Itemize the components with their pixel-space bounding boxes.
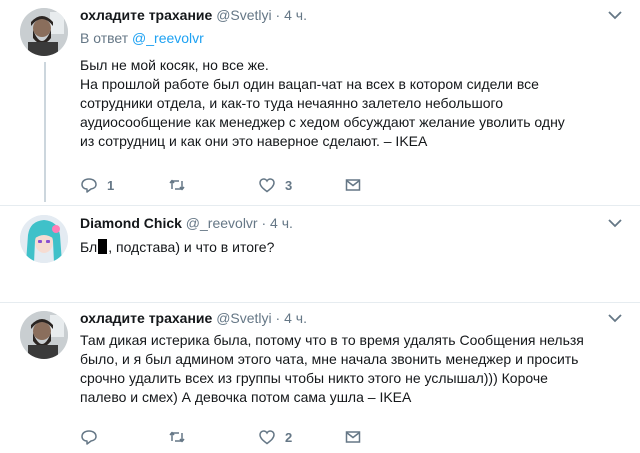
chevron-down-icon[interactable] [608, 313, 622, 323]
tweet-text-line: было, и я был админом этого чата, мне на… [80, 351, 579, 367]
retweet-icon [169, 179, 185, 191]
chevron-down-icon[interactable] [608, 10, 622, 20]
tweet-text-line: Был не мой косяк, но все же. [80, 57, 269, 73]
text-end: , подстава) и что в итоге? [108, 239, 275, 255]
tweet-text-line: из сотрудниц и как они это наверное сдел… [80, 133, 428, 149]
tweet-text: Был не мой косяк, но все же. На прошлой … [80, 56, 625, 151]
author-name[interactable]: охладите трахание [80, 310, 212, 326]
author-handle[interactable]: @_reevolvr [186, 215, 258, 231]
text-start: Бл [80, 239, 98, 255]
envelope-icon [345, 431, 361, 443]
tweet-3[interactable]: охладите трахание @Svetlyi · 4 ч. Там ди… [0, 303, 640, 453]
avatar[interactable] [20, 8, 68, 56]
tweet-header: Diamond Chick @_reevolvr · 4 ч. [80, 214, 293, 232]
timestamp[interactable]: 4 ч. [284, 310, 307, 326]
tweet-header: охладите трахание @Svetlyi · 4 ч. [80, 6, 307, 24]
like-count: 2 [285, 429, 293, 445]
tweet-text-line: сотрудники отдела, и как-то туда нечаянн… [80, 95, 504, 111]
tweet-1[interactable]: охладите трахание @Svetlyi · 4 ч. В отве… [0, 0, 640, 205]
direct-message-button[interactable] [344, 428, 362, 446]
redaction-bar [98, 239, 108, 254]
retweet-button[interactable] [168, 176, 195, 194]
tweet-text: Там дикая истерика была, потому что в то… [80, 331, 625, 407]
timestamp[interactable]: 4 ч. [270, 215, 293, 231]
author-handle[interactable]: @Svetlyi [216, 7, 271, 23]
retweet-icon [169, 431, 185, 443]
reply-button[interactable]: 1 [80, 176, 114, 194]
tweet-actions: 2 [80, 428, 380, 448]
separator: · [275, 7, 281, 23]
timestamp[interactable]: 4 ч. [284, 7, 307, 23]
reply-icon [81, 178, 97, 193]
like-button[interactable]: 2 [258, 428, 292, 446]
chevron-down-icon[interactable] [608, 218, 622, 228]
tweet-header: охладите трахание @Svetlyi · 4 ч. [80, 309, 307, 327]
reply-context: В ответ @_reevolvr [80, 29, 204, 47]
author-handle[interactable]: @Svetlyi [216, 310, 271, 326]
separator: · [261, 215, 267, 231]
avatar[interactable] [20, 311, 68, 359]
tweet-text: Бл , подстава) и что в итоге? [80, 238, 625, 257]
tweet-text-line: Бл , подстава) и что в итоге? [80, 238, 625, 257]
retweet-button[interactable] [168, 428, 195, 446]
tweet-text-line: палево и смех) А девочка потом сама ушла… [80, 389, 412, 405]
tweet-text-line: срочно удалить всех из группы чтобы никт… [80, 370, 548, 386]
heart-icon [259, 430, 275, 445]
author-name[interactable]: Diamond Chick [80, 215, 182, 231]
tweet-2[interactable]: Diamond Chick @_reevolvr · 4 ч. Бл , подс… [0, 206, 640, 302]
like-count: 3 [285, 177, 293, 193]
heart-icon [259, 178, 275, 193]
tweet-text-line: аудиосообщение как менеджер с хедом обсу… [80, 114, 565, 130]
direct-message-button[interactable] [344, 176, 362, 194]
author-name[interactable]: охладите трахание [80, 7, 212, 23]
reply-button[interactable] [80, 428, 107, 446]
avatar[interactable] [20, 215, 68, 263]
reply-mention-link[interactable]: @_reevolvr [132, 30, 204, 46]
tweet-text-line: Там дикая истерика была, потому что в то… [80, 332, 584, 348]
tweet-actions: 1 3 [80, 176, 380, 196]
reply-icon [81, 430, 97, 445]
like-button[interactable]: 3 [258, 176, 292, 194]
reply-count: 1 [107, 177, 115, 193]
reply-prefix: В ответ [80, 30, 129, 46]
tweet-text-line: На прошлой работе был один вацап-чат на … [80, 76, 539, 92]
separator: · [275, 310, 281, 326]
envelope-icon [345, 179, 361, 191]
